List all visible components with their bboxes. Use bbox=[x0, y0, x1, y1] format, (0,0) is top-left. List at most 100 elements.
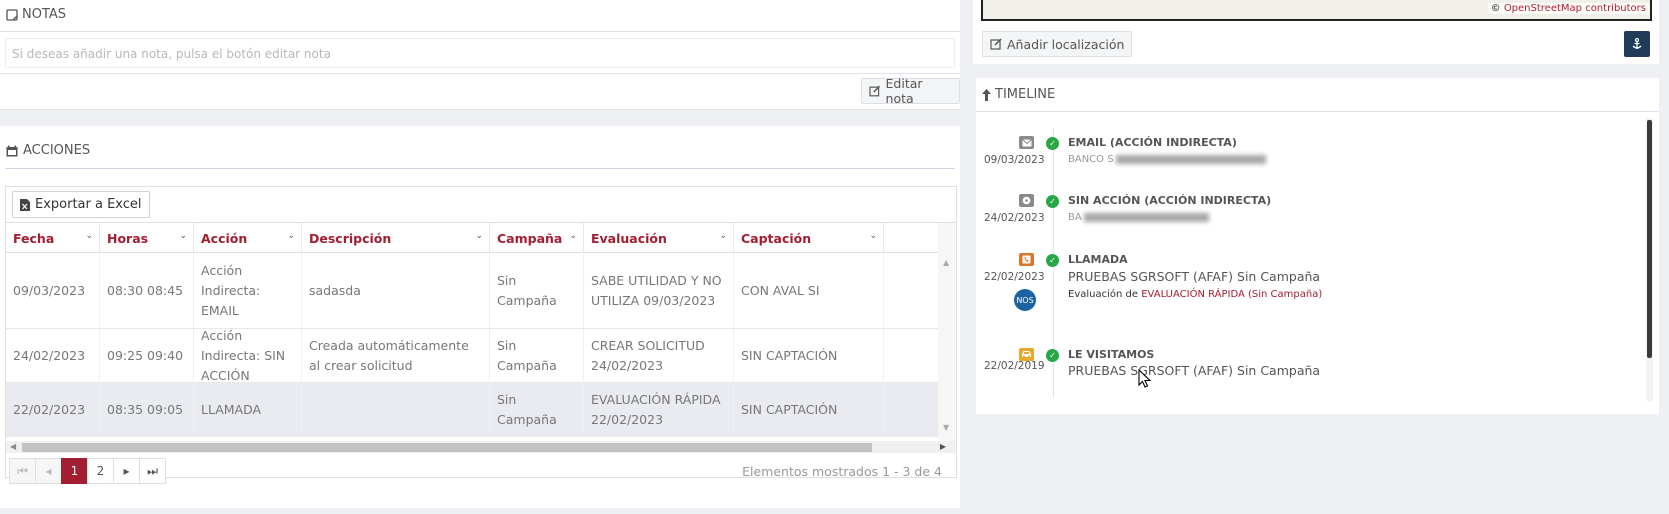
timeline-date: 22/02/2019 bbox=[984, 360, 1045, 372]
arrow-up-icon bbox=[982, 88, 991, 101]
note-textarea[interactable]: Si deseas añadir una nota, pulsa el botó… bbox=[5, 38, 955, 68]
chevron-down-icon[interactable]: ⌄ bbox=[569, 231, 577, 241]
vertical-scrollbar[interactable]: ▲ ▼ bbox=[938, 223, 956, 441]
actions-header: ACCIONES bbox=[6, 143, 90, 158]
column-label: Horas bbox=[107, 231, 149, 246]
scroll-right-icon[interactable]: ▶ bbox=[940, 442, 946, 451]
evaluation-prefix: Evaluación de bbox=[1068, 289, 1139, 300]
horizontal-scrollbar[interactable]: ◀ ▶ bbox=[6, 441, 956, 453]
column-header-campana[interactable]: Campaña ⌄ bbox=[490, 223, 584, 253]
table-row[interactable]: 24/02/2023 09:25 09:40 Acción Indirecta:… bbox=[6, 328, 938, 383]
table-row[interactable]: 09/03/2023 08:30 08:45 Acción Indirecta:… bbox=[6, 254, 938, 329]
scroll-left-icon[interactable]: ◀ bbox=[10, 442, 16, 451]
user-badge: NOS bbox=[1014, 289, 1036, 311]
timeline-date: 24/02/2023 bbox=[984, 212, 1045, 224]
scroll-thumb[interactable] bbox=[22, 443, 872, 452]
first-page-button[interactable]: ⏮ bbox=[9, 458, 36, 484]
anchor-icon bbox=[1632, 38, 1642, 49]
check-icon: ✓ bbox=[1046, 195, 1059, 208]
export-excel-button[interactable]: Exportar a Excel bbox=[12, 191, 150, 218]
divider bbox=[976, 111, 1659, 112]
cell-fecha: 09/03/2023 bbox=[6, 254, 100, 328]
chevron-down-icon[interactable]: ⌄ bbox=[179, 231, 187, 241]
pagination: ⏮ ◂ 1 2 ▸ ⏭ bbox=[9, 458, 166, 484]
cell-campana: Sin Campaña bbox=[490, 329, 584, 382]
last-page-button[interactable]: ⏭ bbox=[139, 458, 166, 484]
subtitle-text: BA bbox=[1068, 212, 1082, 223]
cell-campana: Sin Campaña bbox=[490, 383, 584, 436]
timeline-item-subtitle: BA bbox=[1068, 212, 1209, 223]
check-icon: ✓ bbox=[1046, 254, 1059, 267]
column-header-captacion[interactable]: Captación ⌄ bbox=[734, 223, 884, 253]
column-header-descripcion[interactable]: Descripción ⌄ bbox=[302, 223, 490, 253]
divider bbox=[0, 31, 960, 32]
cell-evaluacion: CREAR SOLICITUD 24/02/2023 bbox=[584, 329, 734, 382]
export-excel-label: Exportar a Excel bbox=[35, 197, 142, 212]
edit-note-button[interactable]: Editar nota bbox=[861, 76, 960, 106]
cell-horas: 08:30 08:45 bbox=[100, 254, 194, 328]
map-attribution: © OpenStreetMap contributors bbox=[1487, 3, 1649, 14]
cell-evaluacion: SABE UTILIDAD Y NO UTILIZA 09/03/2023 bbox=[584, 254, 734, 328]
page-button-1[interactable]: 1 bbox=[61, 458, 88, 484]
column-header-accion[interactable]: Acción ⌄ bbox=[194, 223, 302, 253]
cell-descripcion: sadasda bbox=[302, 254, 490, 328]
scroll-down-icon[interactable]: ▼ bbox=[943, 423, 949, 432]
map-view[interactable]: © OpenStreetMap contributors bbox=[981, 0, 1652, 21]
edit-note-label: Editar nota bbox=[885, 76, 923, 106]
column-header-evaluacion[interactable]: Evaluación ⌄ bbox=[584, 223, 734, 253]
chevron-down-icon[interactable]: ⌄ bbox=[85, 231, 93, 241]
column-label: Acción bbox=[201, 231, 248, 246]
chevron-down-icon[interactable]: ⌄ bbox=[719, 231, 727, 241]
column-label: Campaña bbox=[497, 231, 563, 246]
table-row-selected[interactable]: 22/02/2023 08:35 09:05 LLAMADA Sin Campa… bbox=[6, 383, 938, 437]
disc-icon bbox=[1019, 194, 1034, 207]
timeline-item-title: LE VISITAMOS bbox=[1068, 348, 1155, 361]
timeline-item-title: LLAMADA bbox=[1068, 253, 1128, 266]
anchor-location-button[interactable] bbox=[1624, 31, 1650, 57]
next-page-button[interactable]: ▸ bbox=[113, 458, 140, 484]
mouse-cursor-icon bbox=[1138, 369, 1152, 388]
timeline-scrollbar[interactable] bbox=[1646, 118, 1653, 401]
divider bbox=[5, 168, 955, 169]
phone-icon bbox=[1019, 253, 1034, 266]
column-label: Descripción bbox=[309, 231, 392, 246]
timeline-panel: TIMELINE 09/03/2023 ✓ EMAIL (ACCIÓN INDI… bbox=[976, 78, 1659, 414]
add-location-button[interactable]: Añadir localización bbox=[982, 31, 1133, 57]
scroll-up-icon[interactable]: ▲ bbox=[943, 258, 949, 267]
osm-link[interactable]: OpenStreetMap contributors bbox=[1504, 3, 1646, 14]
edit-icon bbox=[869, 85, 881, 97]
column-header-fecha[interactable]: Fecha ⌄ bbox=[6, 223, 100, 253]
timeline-item-title: SIN ACCIÓN (ACCIÓN INDIRECTA) bbox=[1068, 194, 1272, 207]
column-label: Fecha bbox=[13, 231, 55, 246]
table-header: Fecha ⌄ Horas ⌄ Acción ⌄ Descripción ⌄ Campa… bbox=[6, 223, 938, 253]
prev-page-button[interactable]: ◂ bbox=[35, 458, 62, 484]
chevron-down-icon[interactable]: ⌄ bbox=[475, 231, 483, 241]
cell-campana: Sin Campaña bbox=[490, 254, 584, 328]
cell-fecha: 24/02/2023 bbox=[6, 329, 100, 382]
chevron-down-icon[interactable]: ⌄ bbox=[287, 231, 295, 241]
timeline-item-subtitle: BANCO S bbox=[1068, 154, 1266, 165]
actions-title: ACCIONES bbox=[23, 143, 91, 158]
cell-accion: Acción Indirecta: EMAIL bbox=[194, 254, 302, 328]
add-location-label: Añadir localización bbox=[1007, 36, 1125, 52]
page-button-2[interactable]: 2 bbox=[87, 458, 114, 484]
timeline-title: TIMELINE bbox=[995, 87, 1056, 102]
chevron-down-icon[interactable]: ⌄ bbox=[869, 231, 877, 241]
cell-accion: LLAMADA bbox=[194, 383, 302, 436]
scroll-thumb[interactable] bbox=[1647, 120, 1652, 358]
evaluation-link[interactable]: EVALUACIÓN RÁPIDA (Sin Campaña) bbox=[1141, 289, 1322, 300]
timeline-evaluation: Evaluación de EVALUACIÓN RÁPIDA (Sin Cam… bbox=[1068, 289, 1322, 300]
cell-horas: 09:25 09:40 bbox=[100, 329, 194, 382]
timeline-date: 22/02/2023 bbox=[984, 271, 1045, 283]
check-icon: ✓ bbox=[1046, 349, 1059, 362]
cell-captacion: SIN CAPTACIÓN bbox=[734, 383, 884, 436]
edit-icon bbox=[990, 38, 1002, 50]
redacted-text bbox=[1083, 212, 1209, 222]
cell-accion: Acción Indirecta: SIN ACCIÓN bbox=[194, 328, 302, 383]
timeline-header: TIMELINE bbox=[982, 87, 1055, 102]
column-header-horas[interactable]: Horas ⌄ bbox=[100, 223, 194, 253]
check-icon: ✓ bbox=[1046, 137, 1059, 150]
column-label: Evaluación bbox=[591, 231, 667, 246]
cell-captacion: CON AVAL SI bbox=[734, 254, 884, 328]
cell-descripcion: Creada automáticamente al crear solicitu… bbox=[302, 329, 490, 382]
